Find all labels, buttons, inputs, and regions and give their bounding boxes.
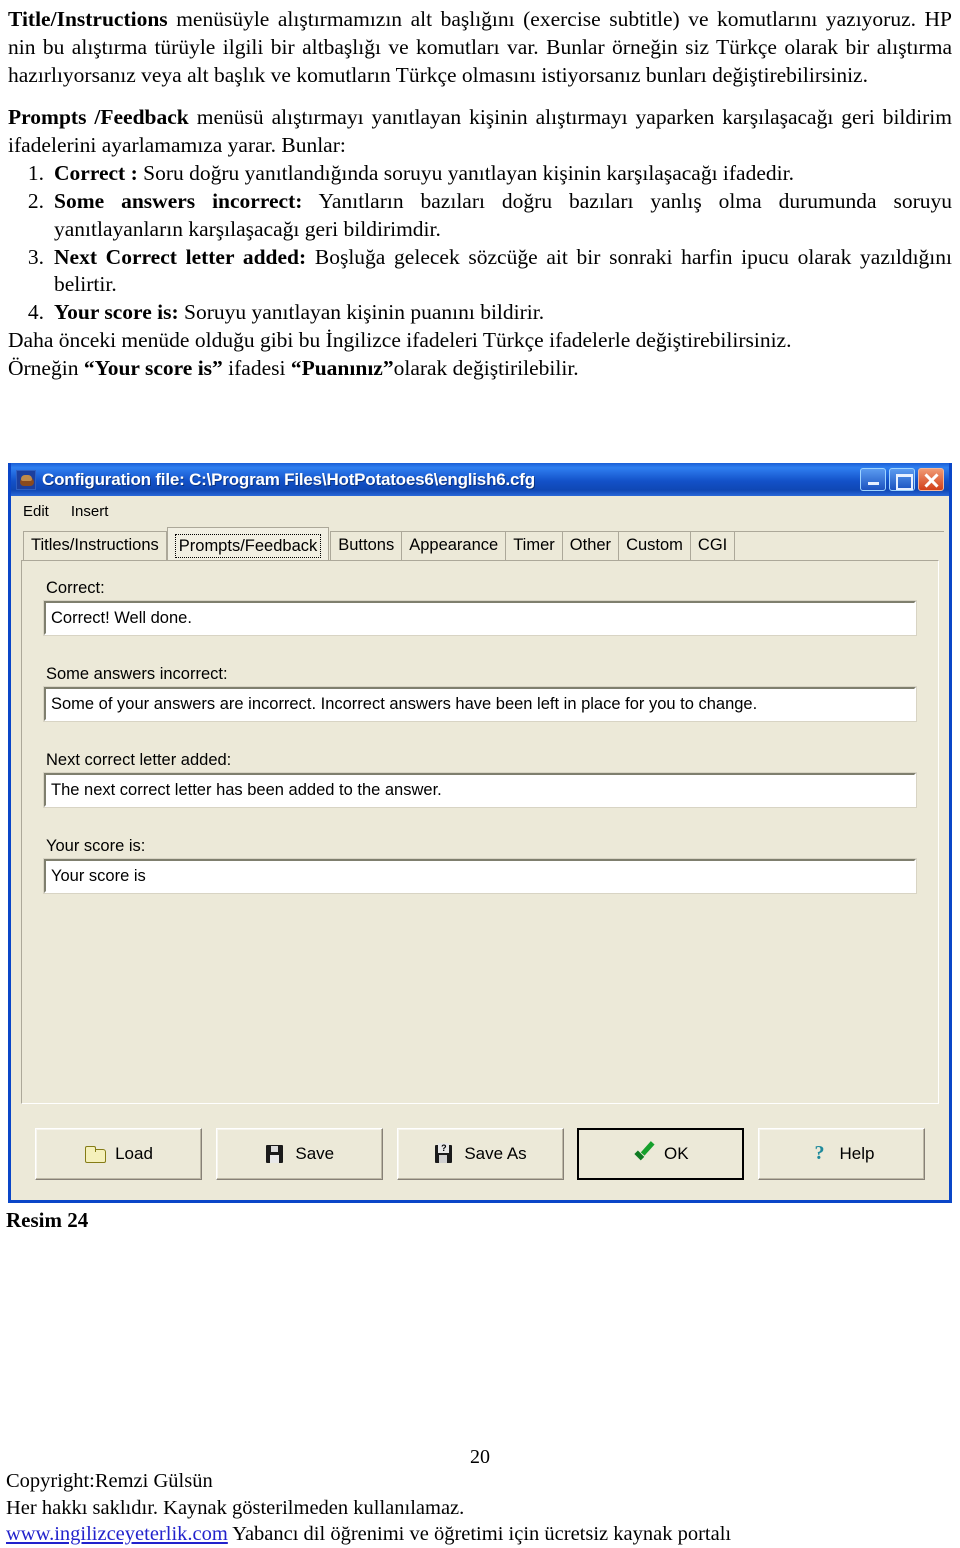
list-item: 3. Next Correct letter added: Boşluğa ge…: [8, 244, 952, 300]
floppy-disk-question-icon: [433, 1143, 455, 1164]
paragraph-prompts-feedback: Prompts /Feedback menüsü alıştırmayı yan…: [8, 104, 952, 160]
list-item-text: Soru doğru yanıtlandığında soruyu yanıtl…: [137, 160, 794, 185]
example-prefix: Örneğin: [8, 356, 84, 381]
term-title-instructions: Title/Instructions: [8, 7, 168, 31]
question-mark-icon: [809, 1142, 831, 1165]
tab-custom[interactable]: Custom: [618, 531, 691, 560]
menu-bar: Edit Insert: [11, 496, 949, 526]
hot-potatoes-configuration-window: Configuration file: C:\Program Files\Hot…: [8, 463, 952, 1203]
load-button[interactable]: Load: [35, 1128, 202, 1180]
input-next-correct-letter-added[interactable]: The next correct letter has been added t…: [43, 772, 917, 808]
list-item: 1. Correct : Soru doğru yanıtlandığında …: [8, 160, 952, 188]
field-spacer: [44, 807, 916, 827]
tab-titles-instructions[interactable]: Titles/Instructions: [23, 531, 167, 560]
tab-prompts-feedback-label: Prompts/Feedback: [174, 534, 322, 558]
dialog-button-bar: Load Save Save As OK Help: [21, 1114, 939, 1194]
paragraph-localization-note: Daha önceki menüde olduğu gibi bu İngili…: [8, 328, 792, 353]
example-quote-english: “Your score is”: [83, 356, 223, 381]
hot-potatoes-icon: [16, 469, 36, 490]
field-spacer: [44, 721, 916, 741]
list-item-body: Next Correct letter added: Boşluğa gelec…: [54, 244, 952, 300]
footer-rights: Her hakkı saklıdır. Kaynak gösterilmeden…: [6, 1496, 465, 1519]
label-next-correct-letter-added: Next correct letter added:: [46, 751, 232, 769]
document-body: Title/Instructions menüsüyle alıştırmamı…: [0, 0, 960, 383]
footer-link-row: www.ingilizceyeterlik.com Yabancı dil öğ…: [6, 1521, 731, 1548]
window-titlebar[interactable]: Configuration file: C:\Program Files\Hot…: [11, 463, 949, 496]
feedback-items-list: 1. Correct : Soru doğru yanıtlandığında …: [8, 160, 952, 328]
tab-strip: Titles/Instructions Prompts/Feedback But…: [11, 526, 949, 561]
minimize-icon[interactable]: [860, 468, 886, 491]
tab-timer[interactable]: Timer: [505, 531, 563, 560]
page-number: 20: [470, 1446, 490, 1468]
list-item: 4. Your score is: Soruyu yanıtlayan kişi…: [8, 299, 952, 327]
save-button[interactable]: Save: [215, 1128, 383, 1180]
fields-container: Correct: Correct! Well done. Some answer…: [22, 561, 938, 894]
tab-prompts-feedback[interactable]: Prompts/Feedback: [166, 527, 330, 561]
list-item-number: 2.: [27, 188, 44, 213]
tab-strip-filler: [734, 531, 944, 560]
list-item-number: 3.: [27, 244, 44, 269]
page-footer: Copyright:Remzi Gülsün Her hakkı saklıdı…: [6, 1468, 731, 1548]
save-as-button-label: Save As: [464, 1144, 527, 1163]
window-controls: [860, 468, 946, 491]
tab-other[interactable]: Other: [561, 531, 620, 560]
footer-copyright: Copyright:Remzi Gülsün: [6, 1470, 213, 1492]
figure-caption: Resim 24: [6, 1208, 89, 1232]
term-prompts-feedback: Prompts /Feedback: [8, 104, 189, 129]
menu-item-edit[interactable]: Edit: [21, 501, 51, 522]
label-some-answers-incorrect: Some answers incorrect:: [46, 665, 228, 683]
close-icon[interactable]: [918, 468, 944, 491]
save-as-button[interactable]: Save As: [396, 1128, 564, 1180]
input-some-answers-incorrect[interactable]: Some of your answers are incorrect. Inco…: [43, 686, 917, 722]
menu-item-insert[interactable]: Insert: [69, 501, 111, 522]
folder-open-icon: [84, 1144, 107, 1164]
load-button-label: Load: [115, 1144, 153, 1163]
example-middle: ifadesi: [222, 356, 291, 381]
list-item-term: Your score is:: [54, 300, 179, 325]
ok-button[interactable]: OK: [577, 1128, 745, 1180]
input-your-score-is[interactable]: Your score is: [43, 858, 917, 894]
input-correct[interactable]: Correct! Well done.: [43, 600, 917, 636]
paragraph-example: Örneğin “Your score is” ifadesi “Puanını…: [8, 355, 952, 383]
green-check-icon: [633, 1144, 655, 1164]
example-quote-turkish: “Puanınız”: [290, 356, 394, 381]
window-title: Configuration file: C:\Program Files\Hot…: [42, 469, 535, 489]
paragraph-title-instructions: Title/Instructions menüsüyle alıştırmamı…: [8, 6, 952, 90]
floppy-disk-icon: [264, 1144, 286, 1164]
list-item-term: Correct :: [54, 160, 138, 185]
tab-buttons[interactable]: Buttons: [330, 531, 403, 560]
list-item-term: Next Correct letter added:: [54, 244, 307, 269]
maximize-icon[interactable]: [889, 468, 915, 491]
list-item-number: 4.: [27, 300, 44, 325]
list-item-number: 1.: [27, 160, 44, 185]
example-suffix: olarak değiştirilebilir.: [393, 356, 579, 381]
list-item-body: Your score is: Soruyu yanıtlayan kişinin…: [54, 299, 952, 327]
label-your-score-is: Your score is:: [46, 837, 146, 855]
prompts-feedback-panel: Correct: Correct! Well done. Some answer…: [21, 560, 939, 1104]
list-item: 2. Some answers incorrect: Yanıtların ba…: [8, 188, 952, 244]
field-spacer: [44, 635, 916, 655]
list-item-body: Correct : Soru doğru yanıtlandığında sor…: [54, 160, 952, 188]
tab-appearance[interactable]: Appearance: [401, 531, 507, 560]
ok-button-label: OK: [663, 1144, 689, 1163]
help-button-label: Help: [839, 1144, 875, 1163]
help-button[interactable]: Help: [758, 1128, 925, 1180]
label-correct: Correct:: [46, 579, 105, 597]
list-item-term: Some answers incorrect:: [54, 188, 303, 213]
tab-cgi[interactable]: CGI: [689, 531, 736, 560]
save-button-label: Save: [295, 1144, 335, 1163]
footer-tagline: Yabancı dil öğrenimi ve öğretimi için üc…: [227, 1523, 732, 1546]
list-item-text: Soruyu yanıtlayan kişinin puanını bildir…: [178, 300, 545, 325]
list-item-body: Some answers incorrect: Yanıtların bazıl…: [54, 188, 952, 244]
footer-website-link[interactable]: www.ingilizceyeterlik.com: [6, 1523, 228, 1545]
